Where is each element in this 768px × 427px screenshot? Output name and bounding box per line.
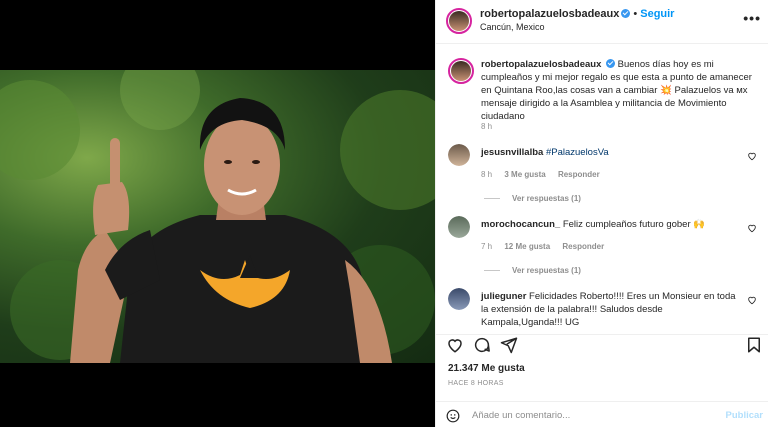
comment-likes[interactable]: 12 Me gusta [504, 242, 550, 251]
commenter-avatar[interactable] [448, 216, 470, 238]
comment-icon[interactable] [473, 336, 491, 354]
emoji-icon[interactable] [446, 409, 460, 423]
author-username[interactable]: robertopalazuelosbadeaux [480, 8, 619, 20]
comment-likes[interactable]: 3 Me gusta [504, 170, 545, 179]
publish-button[interactable]: Publicar [726, 410, 764, 421]
post-side-panel: robertopalazuelosbadeaux • Seguir Cancún, … [435, 0, 768, 427]
post-location[interactable]: Cancún, Mexico [480, 22, 545, 32]
author-avatar[interactable] [446, 8, 472, 34]
post-actions-bar [436, 334, 768, 358]
comment-like-icon[interactable] [747, 151, 757, 161]
likes-count[interactable]: 21.347 Me gusta [448, 363, 525, 374]
comment-username[interactable]: jesusnvillalba [481, 147, 543, 158]
caption-time: 8 h [481, 122, 493, 131]
add-comment-bar: Publicar [436, 401, 768, 427]
comment-username[interactable]: julieguner [481, 291, 526, 302]
post-photo[interactable] [0, 70, 435, 363]
person-illustration [0, 70, 435, 363]
comment-like-icon[interactable] [747, 223, 757, 233]
verified-icon [606, 59, 616, 68]
reply-button[interactable]: Responder [558, 170, 600, 179]
post-timestamp: HACE 8 HORAS [448, 380, 504, 387]
heart-icon[interactable] [446, 336, 464, 354]
post-media [0, 0, 435, 427]
caption-avatar[interactable] [448, 58, 474, 84]
reply-button[interactable]: Responder [562, 242, 604, 251]
comment-time: 8 h [481, 170, 493, 179]
comment-input[interactable] [472, 408, 712, 422]
comment-like-icon[interactable] [747, 295, 757, 305]
commenter-avatar[interactable] [448, 288, 470, 310]
view-replies-button[interactable]: Ver respuestas (1) [484, 192, 581, 205]
share-icon[interactable] [500, 336, 518, 354]
comment-username[interactable]: morochocancun_ [481, 219, 560, 230]
view-replies-button[interactable]: Ver respuestas (1) [484, 264, 581, 277]
separator-dot: • [633, 8, 638, 20]
comment-text: Feliz cumpleaños futuro gober 🙌 [562, 219, 706, 230]
comment-time: 7 h [481, 242, 493, 251]
instagram-post-modal: robertopalazuelosbadeaux • Seguir Cancún, … [0, 0, 768, 427]
more-options-icon[interactable]: ••• [743, 10, 761, 26]
follow-button[interactable]: Seguir [640, 8, 674, 20]
comments-list[interactable]: robertopalazuelosbadeaux Buenos días hoy… [436, 44, 768, 334]
bookmark-icon[interactable] [745, 336, 763, 354]
post-header: robertopalazuelosbadeaux • Seguir Cancún, … [436, 0, 768, 44]
caption-username[interactable]: robertopalazuelosbadeaux [481, 59, 601, 70]
commenter-avatar[interactable] [448, 144, 470, 166]
comment-hashtag[interactable]: #PalazuelosVa [546, 147, 609, 158]
verified-icon [621, 9, 631, 18]
